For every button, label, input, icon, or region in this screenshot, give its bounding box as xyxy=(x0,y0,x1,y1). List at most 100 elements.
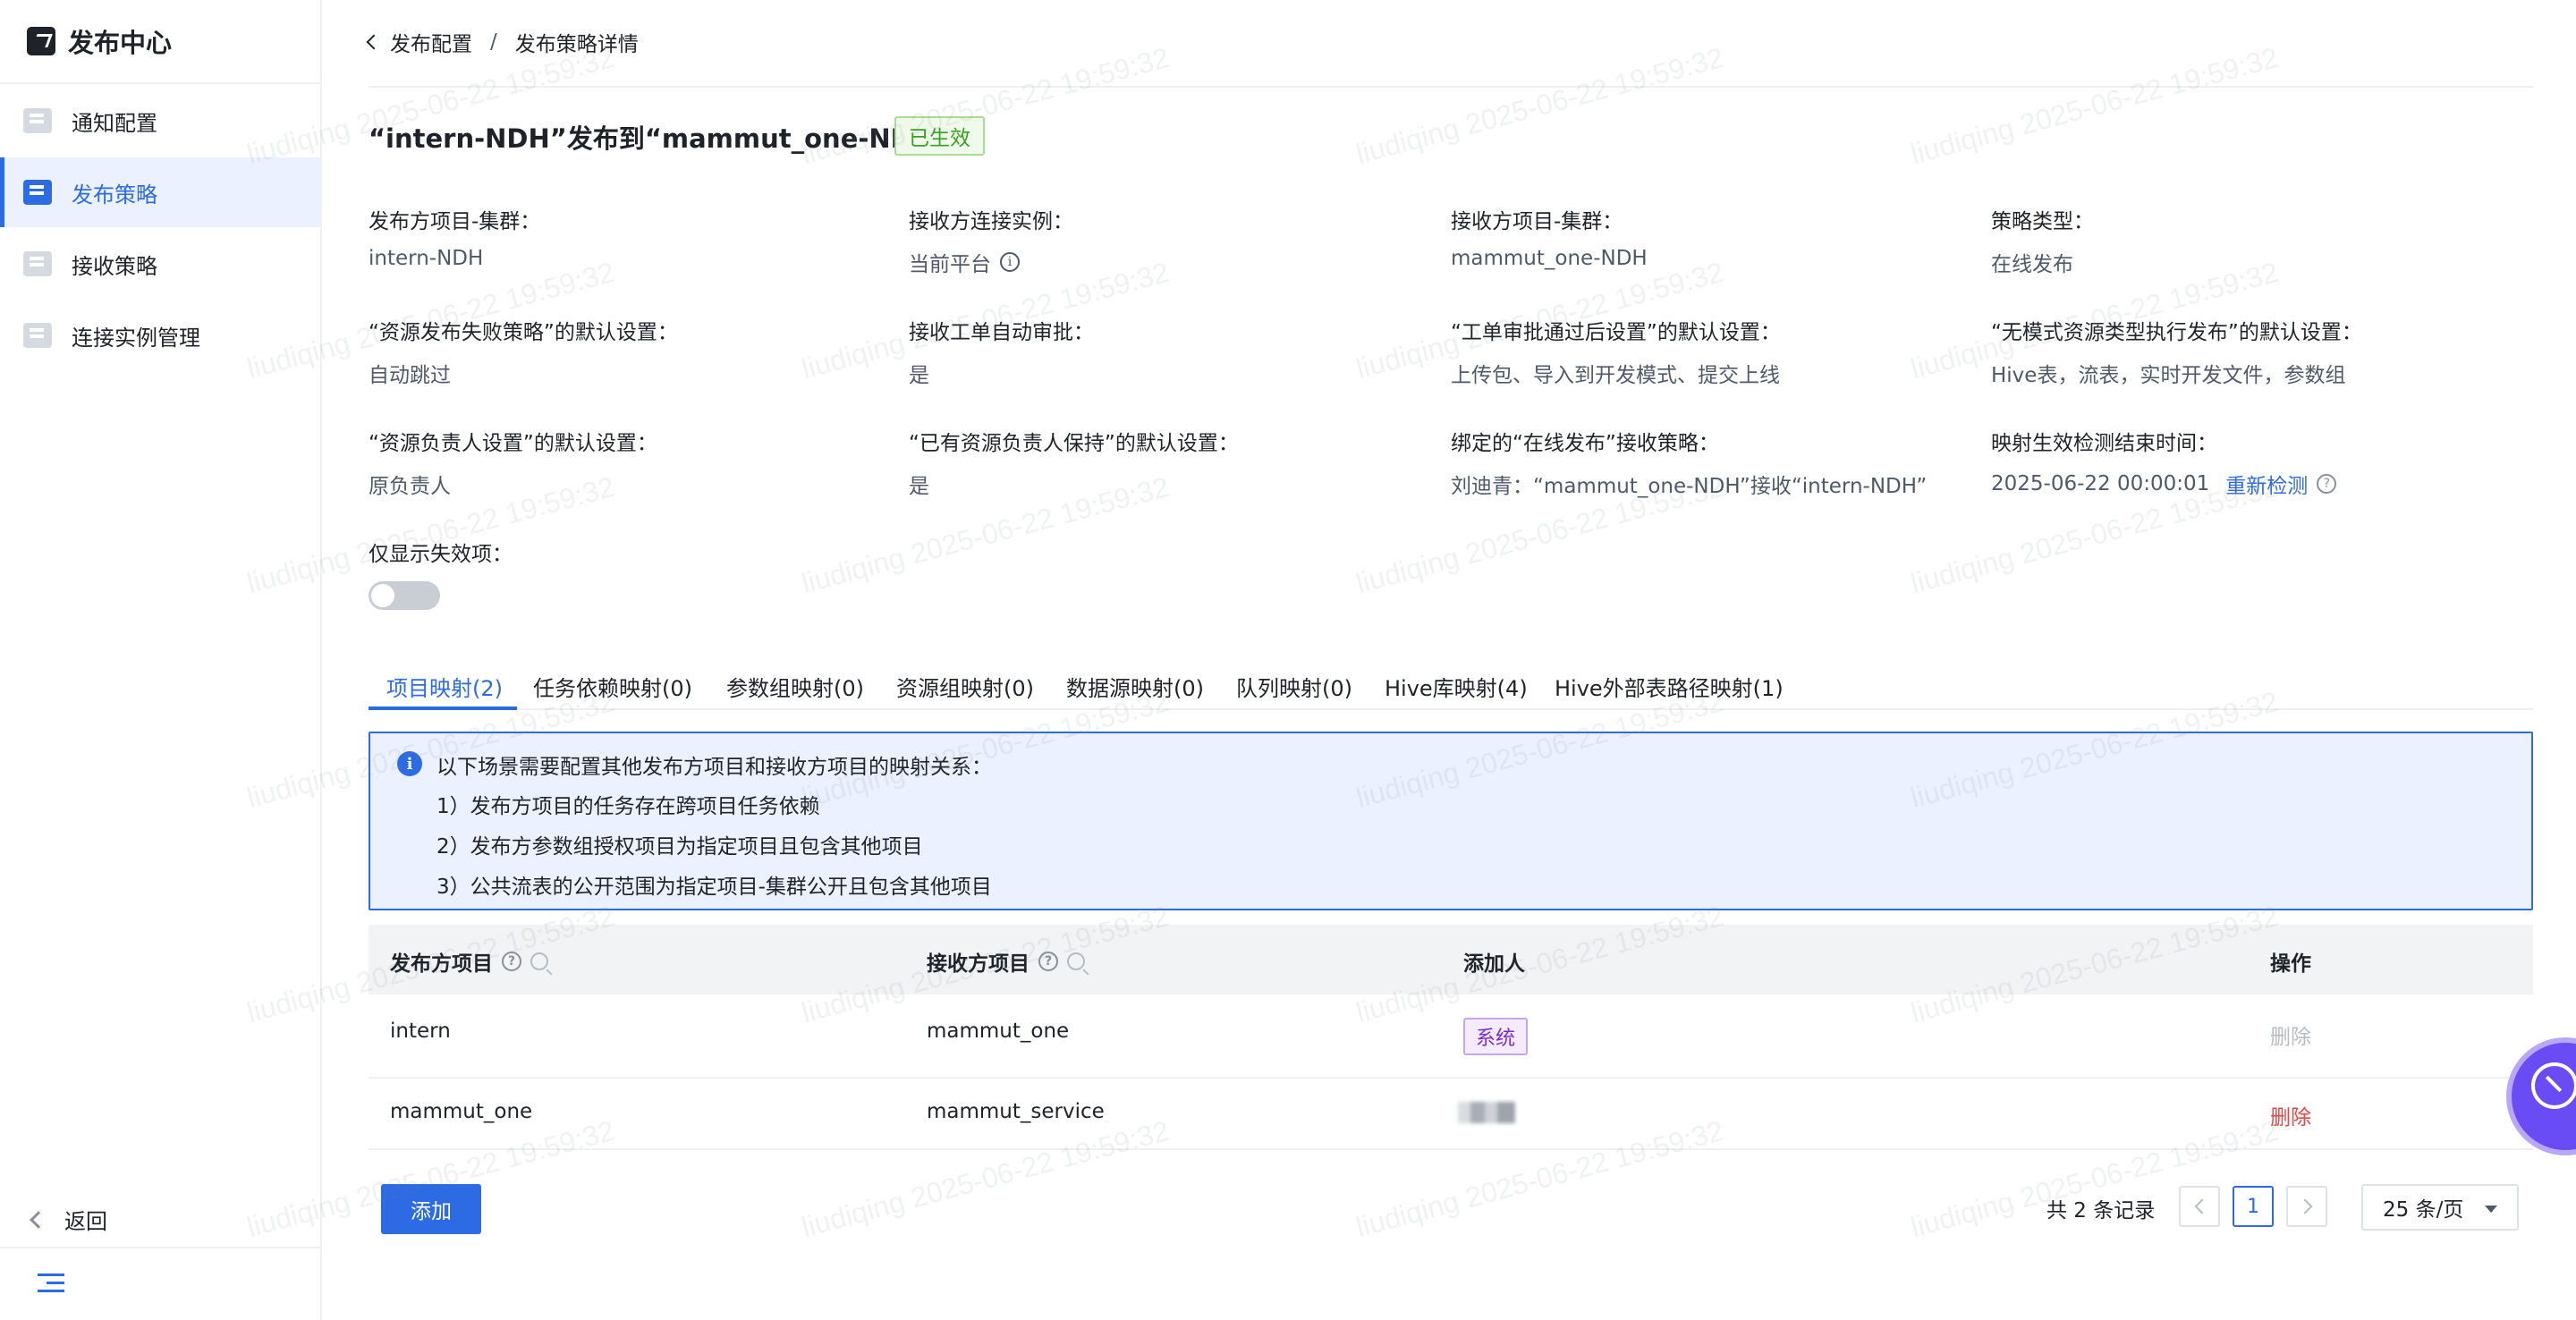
search-icon[interactable] xyxy=(1067,952,1085,970)
publisher-cell: intern xyxy=(390,1020,451,1043)
delete-button-disabled: 删除 xyxy=(2270,1026,2311,1049)
table-row: intern mammut_one 系统 删除 xyxy=(369,994,2533,1079)
sidebar-item-connection-instance[interactable]: 连接实例管理 xyxy=(0,300,320,370)
question-circle-icon[interactable]: ? xyxy=(2317,474,2337,494)
status-badge: 已生效 xyxy=(894,116,985,156)
tab-hive-db-mapping[interactable]: Hive库映射(4) xyxy=(1385,671,1528,702)
system-tag: 系统 xyxy=(1463,1018,1529,1055)
tab-datasource-mapping[interactable]: 数据源映射(0) xyxy=(1066,671,1204,702)
auto-approve-label: 接收工单自动审批： xyxy=(909,321,1094,344)
after-approval-label: “工单审批通过后设置”的默认设置： xyxy=(1451,321,1781,344)
breadcrumb: 发布配置 / 发布策略详情 xyxy=(366,27,639,57)
chevron-right-icon xyxy=(2297,1198,2312,1214)
keep-owner-value: 是 xyxy=(909,475,929,498)
sidebar: 发布中心 通知配置 发布策略 接收策略 连接实例管理 返回 xyxy=(0,0,322,1320)
tab-hive-external-path-mapping[interactable]: Hive外部表路径映射(1) xyxy=(1555,671,1784,702)
keep-owner-label: “已有资源负责人保持”的默认设置： xyxy=(909,432,1239,455)
tab-resource-group-mapping[interactable]: 资源组映射(0) xyxy=(896,671,1034,702)
only-invalid-toggle[interactable] xyxy=(369,581,440,610)
next-page-button[interactable] xyxy=(2286,1186,2327,1227)
back-label: 返回 xyxy=(64,1209,107,1234)
pagination-total: 共 2 条记录 xyxy=(2046,1199,2156,1223)
sidebar-bottom-divider xyxy=(0,1247,320,1248)
no-mode-resource-label: “无模式资源类型执行发布”的默认设置： xyxy=(1991,321,2362,344)
publish-center-logo-icon xyxy=(27,27,55,55)
recheck-link[interactable]: 重新检测 xyxy=(2225,469,2308,499)
breadcrumb-separator: / xyxy=(490,30,497,54)
detect-end-time-label: 映射生效检测结束时间： xyxy=(1991,432,2217,455)
receive-strategy-icon xyxy=(23,251,52,276)
bound-receive-label: 绑定的“在线发布”接收策略： xyxy=(1451,432,1719,455)
breadcrumb-parent-link[interactable]: 发布配置 xyxy=(390,27,472,57)
blurred-user-avatar xyxy=(1458,1102,1515,1123)
table-header: 发布方项目 ? 接收方项目 ? 添加人 操作 xyxy=(369,925,2533,994)
question-circle-icon[interactable]: ? xyxy=(1038,952,1058,971)
prev-page-button[interactable] xyxy=(2179,1186,2220,1227)
no-mode-resource-value: Hive表，流表，实时开发文件，参数组 xyxy=(1991,364,2346,387)
owner-setting-label: “资源负责人设置”的默认设置： xyxy=(369,432,657,455)
sidebar-item-label: 通知配置 xyxy=(72,110,157,136)
strategy-type-value: 在线发布 xyxy=(1991,253,2073,276)
publisher-cell: mammut_one xyxy=(390,1100,533,1123)
chevron-left-icon xyxy=(2194,1198,2209,1214)
receiver-project-value: mammut_one-NDH xyxy=(1451,247,1648,270)
tab-param-group-mapping[interactable]: 参数组映射(0) xyxy=(726,671,864,702)
search-icon[interactable] xyxy=(530,952,548,970)
back-button[interactable]: 返回 xyxy=(30,1204,107,1235)
page-size-select[interactable]: 25 条/页 xyxy=(2361,1184,2519,1231)
only-invalid-label: 仅显示失效项： xyxy=(369,543,513,566)
notice-line: 2）发布方参数组授权项目为指定项目且包含其他项目 xyxy=(436,835,923,859)
breadcrumb-current: 发布策略详情 xyxy=(514,33,639,56)
sidebar-item-publish-strategy[interactable]: 发布策略 xyxy=(0,157,320,227)
caret-down-icon xyxy=(2485,1206,2497,1213)
table-row: mammut_one mammut_service 删除 xyxy=(369,1079,2533,1150)
receiver-connection-label: 接收方连接实例： xyxy=(909,210,1073,233)
column-header-receiver: 接收方项目 ? xyxy=(927,946,1085,977)
info-notice: i 以下场景需要配置其他发布方项目和接收方项目的映射关系： 1）发布方项目的任务… xyxy=(369,732,2533,910)
sidebar-divider xyxy=(0,82,320,84)
publisher-project-label: 发布方项目-集群： xyxy=(369,210,541,233)
mapping-tabs: 项目映射(2) 任务依赖映射(0) 参数组映射(0) 资源组映射(0) 数据源映… xyxy=(369,662,2533,710)
receiver-connection-value: 当前平台 i xyxy=(909,247,1020,277)
sidebar-item-notification-config[interactable]: 通知配置 xyxy=(0,86,320,156)
auto-approve-value: 是 xyxy=(909,364,929,387)
header-divider xyxy=(369,86,2533,88)
collapse-sidebar-icon[interactable] xyxy=(38,1272,64,1295)
sidebar-item-label: 连接实例管理 xyxy=(72,325,200,351)
main-content: 发布配置 / 发布策略详情 “intern-NDH”发布到“mammut_one… xyxy=(322,0,2576,1320)
bound-receive-value: 刘迪青：“mammut_one-NDH”接收“intern-NDH” xyxy=(1451,475,1928,498)
publish-strategy-icon xyxy=(23,180,52,205)
receiver-project-label: 接收方项目-集群： xyxy=(1451,210,1623,233)
info-icon: i xyxy=(397,751,422,776)
after-approval-value: 上传包、导入到开发模式、提交上线 xyxy=(1451,364,1780,387)
publisher-project-value: intern-NDH xyxy=(369,247,484,270)
notice-line: 3）公共流表的公开范围为指定项目-集群公开且包含其他项目 xyxy=(436,876,992,899)
column-header-action: 操作 xyxy=(2270,952,2311,976)
page-number-button[interactable]: 1 xyxy=(2233,1186,2274,1227)
tab-project-mapping[interactable]: 项目映射(2) xyxy=(386,671,503,702)
sidebar-item-label: 接收策略 xyxy=(72,253,157,279)
column-header-publisher: 发布方项目 ? xyxy=(390,946,548,977)
notice-heading: 以下场景需要配置其他发布方项目和接收方项目的映射关系： xyxy=(436,756,992,779)
receiver-cell: mammut_one xyxy=(927,1020,1070,1043)
info-icon[interactable]: i xyxy=(1000,252,1020,272)
active-tab-indicator xyxy=(369,707,517,710)
add-button[interactable]: 添加 xyxy=(381,1184,481,1234)
delete-button[interactable]: 删除 xyxy=(2270,1100,2311,1130)
question-circle-icon[interactable]: ? xyxy=(502,952,521,971)
failure-strategy-label: “资源发布失败策略”的默认设置： xyxy=(369,321,678,344)
toggle-knob xyxy=(371,584,394,607)
detect-end-time-value: 2025-06-22 00:00:01 重新检测 ? xyxy=(1991,469,2337,499)
notice-line: 1）发布方项目的任务存在跨项目任务依赖 xyxy=(436,795,820,818)
owner-setting-value: 原负责人 xyxy=(369,475,451,498)
receiver-cell: mammut_service xyxy=(927,1100,1105,1123)
tab-queue-mapping[interactable]: 队列映射(0) xyxy=(1236,671,1352,702)
strategy-type-label: 策略类型： xyxy=(1991,210,2094,233)
notification-config-icon xyxy=(23,108,52,133)
brand: 发布中心 xyxy=(27,21,172,61)
column-header-adder: 添加人 xyxy=(1463,952,1525,976)
assistant-icon xyxy=(2531,1062,2576,1109)
chevron-left-icon xyxy=(30,1210,47,1229)
tab-task-dependency-mapping[interactable]: 任务依赖映射(0) xyxy=(533,671,692,702)
sidebar-item-receive-strategy[interactable]: 接收策略 xyxy=(0,229,320,299)
